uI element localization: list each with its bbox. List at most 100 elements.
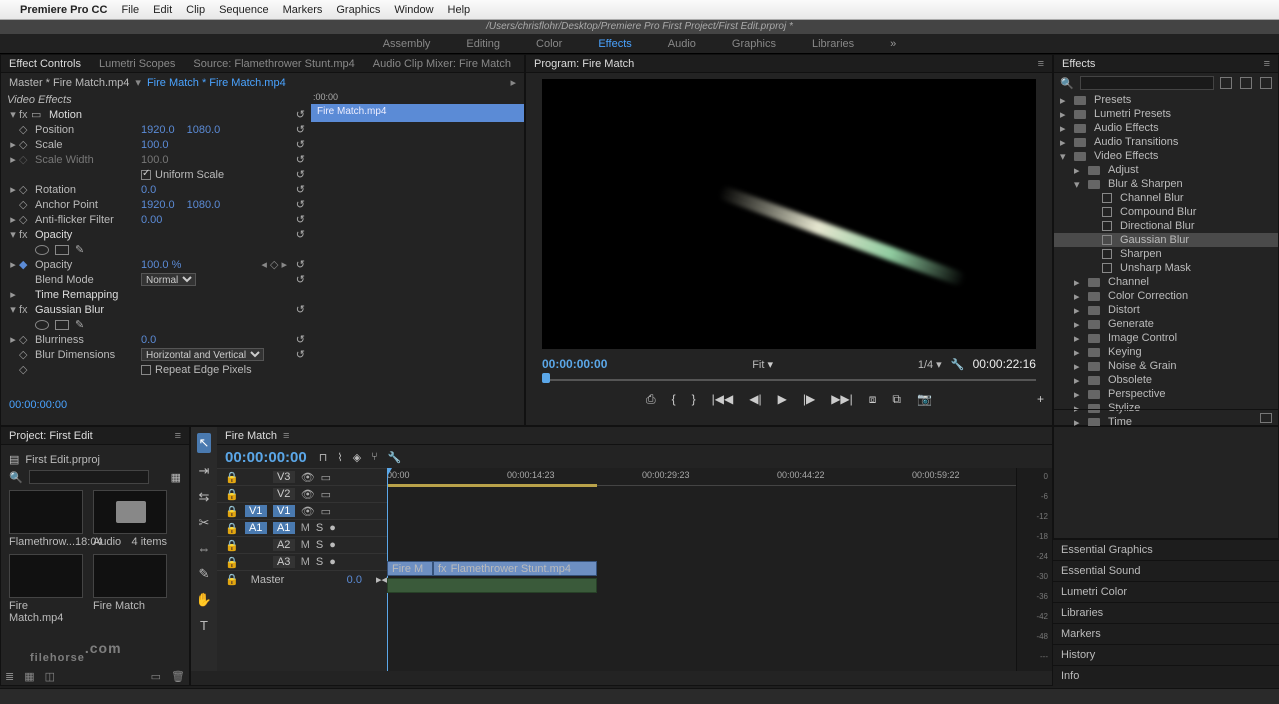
icon-view-icon[interactable]: ▦ [24, 670, 34, 683]
track-select-tool-icon[interactable]: ⇥ [199, 463, 210, 479]
lift-button[interactable]: ⧈ [869, 392, 877, 407]
repeat-edge-checkbox[interactable] [141, 365, 151, 375]
opacity-value[interactable]: 100.0 % [141, 259, 181, 271]
keyframe-toggle-icon[interactable]: ◇ [19, 123, 31, 136]
position-x[interactable]: 1920.0 [141, 124, 175, 136]
menu-window[interactable]: Window [394, 4, 433, 16]
tab-effects[interactable]: Effects [1062, 58, 1095, 70]
toggle-output-icon[interactable]: 👁 [301, 471, 315, 484]
ec-clip-bar[interactable]: Fire Match.mp4 [311, 104, 524, 122]
twirl-icon[interactable]: ▸ [1074, 346, 1084, 359]
effects-folder[interactable]: ▸Audio Effects [1054, 121, 1278, 135]
reset-icon[interactable]: ↺ [296, 123, 305, 136]
fx-badge-icon[interactable]: fx [19, 304, 31, 316]
mute-icon[interactable]: M [301, 522, 310, 534]
mute-icon[interactable]: M [301, 539, 310, 551]
play-button[interactable]: ▶ [778, 392, 787, 406]
go-to-out-button[interactable]: ▶▶| [831, 392, 853, 406]
new-bin-icon[interactable] [1260, 413, 1272, 423]
twirl-icon[interactable]: ▾ [7, 228, 19, 241]
reset-icon[interactable]: ↺ [296, 228, 305, 241]
reset-icon[interactable]: ↺ [296, 198, 305, 211]
step-forward-button[interactable]: |▶ [803, 392, 815, 406]
timeline-clip[interactable]: fxFlamethrower Stunt.mp4 [433, 561, 597, 576]
timeline-audio-clip[interactable] [387, 578, 597, 593]
track-v2[interactable]: V2 [273, 488, 295, 500]
effects-folder[interactable]: ▸Lumetri Presets [1054, 107, 1278, 121]
effects-folder[interactable]: ▸Perspective [1054, 387, 1278, 401]
reset-icon[interactable]: ↺ [296, 138, 305, 151]
menu-clip[interactable]: Clip [186, 4, 205, 16]
mask-rect-icon[interactable] [55, 320, 69, 330]
source-patch-a1[interactable]: A1 [245, 522, 267, 534]
keyframe-toggle-icon[interactable]: ◇ [19, 363, 31, 376]
twirl-icon[interactable]: ▸ [7, 333, 19, 346]
twirl-icon[interactable]: ▸ [7, 153, 19, 166]
project-filter-icon[interactable]: ▦ [171, 471, 181, 484]
pen-tool-icon[interactable]: ✎ [199, 566, 210, 582]
effects-folder[interactable]: ▸Audio Transitions [1054, 135, 1278, 149]
track-a2[interactable]: A2 [273, 539, 295, 551]
timeline-clip[interactable]: Fire M [387, 561, 433, 576]
twirl-icon[interactable]: ▸ [1074, 388, 1084, 401]
effect-time-remapping[interactable]: Time Remapping [31, 289, 141, 301]
twirl-icon[interactable]: ▸ [1060, 94, 1070, 107]
effects-folder[interactable]: ▸Presets [1054, 93, 1278, 107]
effect-controls-timeline[interactable]: :00:00 Fire Match.mp4 [311, 92, 524, 396]
tab-lumetri-scopes[interactable]: Lumetri Scopes [99, 58, 175, 70]
keyframe-toggle-icon[interactable]: ◇ [19, 183, 31, 196]
bin-item[interactable]: Fire Match [93, 554, 167, 624]
slip-tool-icon[interactable]: ⇔ [198, 541, 211, 556]
menu-markers[interactable]: Markers [283, 4, 323, 16]
mark-in-button[interactable]: { [672, 392, 676, 406]
tab-program[interactable]: Program: Fire Match [534, 58, 634, 70]
mute-icon[interactable]: ▭ [321, 488, 331, 501]
step-back-button[interactable]: ◀| [749, 392, 761, 406]
panel-menu-icon[interactable]: ≡ [1038, 58, 1044, 70]
linked-selection-icon[interactable]: ⌇ [337, 451, 342, 464]
fx-badge-icon[interactable]: fx [19, 109, 31, 121]
workspace-editing[interactable]: Editing [466, 38, 500, 50]
lock-icon[interactable]: 🔒 [225, 488, 239, 501]
ec-sequence-clip[interactable]: Fire Match * Fire Match.mp4 [147, 77, 286, 89]
panel-menu-icon[interactable]: ≡ [283, 430, 289, 442]
reset-icon[interactable]: ↺ [296, 108, 305, 121]
mute-icon[interactable]: M [301, 556, 310, 568]
tab-effect-controls[interactable]: Effect Controls [9, 58, 81, 70]
tab-source[interactable]: Source: Flamethrower Stunt.mp4 [193, 58, 354, 70]
twirl-icon[interactable]: ▸ [7, 213, 19, 226]
menu-help[interactable]: Help [448, 4, 471, 16]
bin-item[interactable]: Fire Match.mp4 [9, 554, 83, 624]
effects-folder[interactable]: ▾Video Effects [1054, 149, 1278, 163]
effects-item[interactable]: Unsharp Mask [1054, 261, 1278, 275]
menu-file[interactable]: File [121, 4, 139, 16]
effects-folder[interactable]: ▸Image Control [1054, 331, 1278, 345]
twirl-icon[interactable]: ▸ [1074, 318, 1084, 331]
keyframe-toggle-icon[interactable]: ◇ [19, 213, 31, 226]
effect-gaussian-blur[interactable]: Gaussian Blur [31, 304, 141, 316]
ec-current-timecode[interactable]: 00:00:00:00 [1, 396, 524, 414]
settings-icon[interactable]: 🔧 [951, 359, 965, 371]
mask-ellipse-icon[interactable] [35, 320, 49, 330]
twirl-icon[interactable]: ▸ [1074, 276, 1084, 289]
master-value[interactable]: 0.0 [347, 574, 362, 586]
toggle-output-icon[interactable]: 👁 [301, 488, 315, 501]
track-a1[interactable]: A1 [273, 522, 295, 534]
panel-menu-icon[interactable]: ≡ [1264, 58, 1270, 70]
anchor-y[interactable]: 1080.0 [187, 199, 221, 211]
twirl-icon[interactable]: ▾ [7, 108, 19, 121]
twirl-icon[interactable]: ▾ [1074, 178, 1084, 191]
extract-button[interactable]: ⧉ [892, 392, 901, 407]
workspace-libraries[interactable]: Libraries [812, 38, 854, 50]
twirl-icon[interactable]: ▸ [7, 258, 19, 271]
twirl-icon[interactable]: ▸ [1074, 290, 1084, 303]
effects-folder[interactable]: ▸Channel [1054, 275, 1278, 289]
scale-value[interactable]: 100.0 [141, 139, 169, 151]
razor-tool-icon[interactable]: ✂ [199, 515, 210, 531]
effects-search-input[interactable] [1080, 76, 1214, 90]
tab-essential-sound[interactable]: Essential Sound [1053, 560, 1279, 581]
solo-icon[interactable]: S [316, 556, 323, 568]
mark-out-button[interactable]: } [692, 392, 696, 406]
track-v1[interactable]: V1 [273, 505, 295, 517]
twirl-icon[interactable]: ▸ [1060, 108, 1070, 121]
